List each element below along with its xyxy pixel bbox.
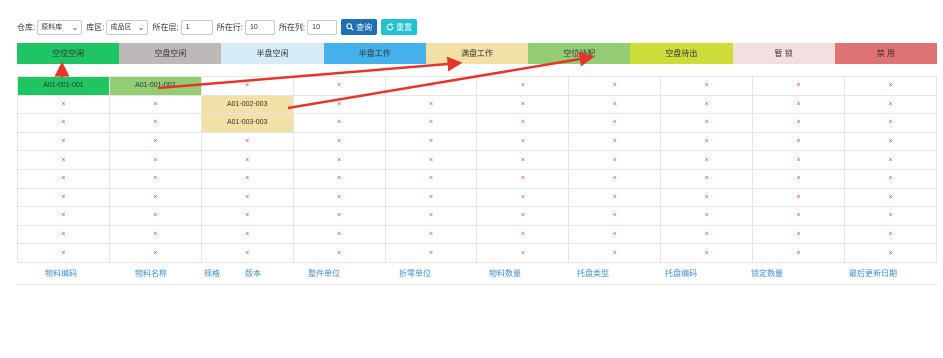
annotation-arrows xyxy=(54,51,595,110)
arrow-to-full-pallet xyxy=(157,56,463,90)
